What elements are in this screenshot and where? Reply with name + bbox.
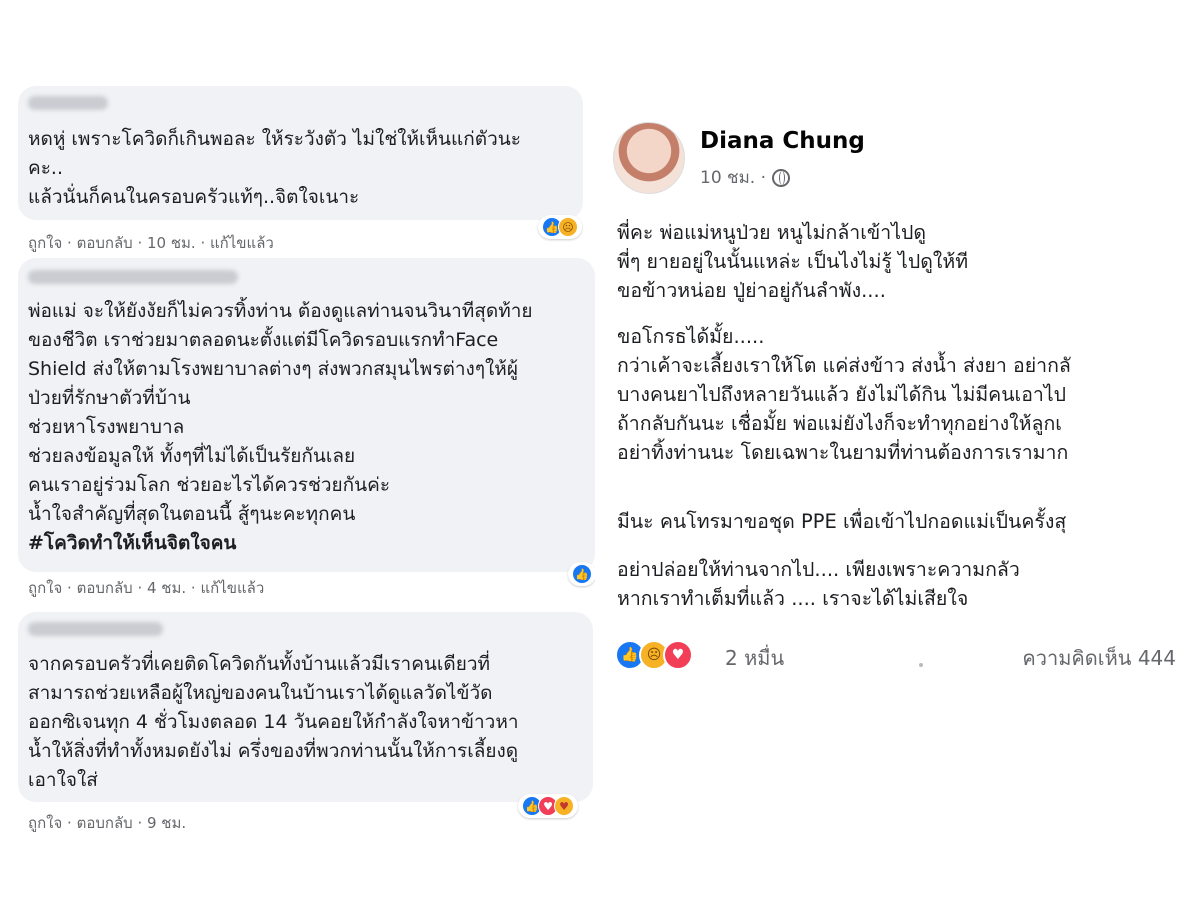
globe-icon <box>772 168 790 187</box>
comment-text: หดหู่ เพราะโควิดก็เกินพอละ ให้ระวังตัว ไ… <box>28 128 521 208</box>
comment-actions: ถูกใจ · ตอบกลับ · 4 ชม. · แก้ไขแล้ว <box>28 579 265 597</box>
reply-link[interactable]: ตอบกลับ <box>77 234 133 252</box>
post-reactions[interactable]: 👍 ☹ ♥ <box>615 640 693 670</box>
like-reaction-icon: 👍 <box>572 564 592 584</box>
commenter-name-blurred <box>28 96 108 110</box>
comment-reactions[interactable]: 👍 <box>568 562 595 586</box>
reply-link[interactable]: ตอบกลับ <box>77 814 133 832</box>
comment-text: จากครอบครัวที่เคยติดโควิดกันทั้งบ้านแล้ว… <box>28 653 519 791</box>
comment-text: พ่อแม่ จะให้ยังงัยก็ไม่ควรทิ้งท่าน ต้องด… <box>28 300 533 525</box>
commenter-name-blurred <box>28 270 238 284</box>
comment-actions: ถูกใจ · ตอบกลับ · 10 ชม. · แก้ไขแล้ว <box>28 234 274 252</box>
reaction-count[interactable]: 2 หมื่น <box>725 642 784 674</box>
comments-panel: หดหู่ เพราะโควิดก็เกินพอละ ให้ระวังตัว ไ… <box>0 0 595 900</box>
post-paragraph: ขอโกรธได้มั้ย..... กว่าเค้าจะเลี้ยงเราให… <box>617 325 1071 464</box>
like-link[interactable]: ถูกใจ <box>28 579 62 597</box>
comment-reactions[interactable]: 👍 ☹ <box>538 215 582 239</box>
post-time[interactable]: 10 ชม. · <box>700 164 766 191</box>
post-paragraph: พี่คะ พ่อแม่หนูป่วย หนูไม่กล้าเข้าไปดู พ… <box>617 221 969 302</box>
commenter-name-blurred <box>28 622 163 636</box>
post-paragraph: อย่าปล่อยให้ท่านจากไป.... เพียงเพราะความ… <box>617 558 1020 610</box>
comment-hashtag[interactable]: #โควิดทำให้เห็นจิตใจคน <box>28 529 236 558</box>
comments-count-link[interactable]: ความคิดเห็น 444 <box>1022 642 1176 674</box>
comment-time[interactable]: 10 ชม. <box>147 234 196 252</box>
edited-label: แก้ไขแล้ว <box>200 579 265 597</box>
comment-time[interactable]: 4 ชม. <box>147 579 186 597</box>
love-reaction-icon: ♥ <box>663 640 693 670</box>
reply-link[interactable]: ตอบกลับ <box>77 579 133 597</box>
author-avatar[interactable] <box>613 122 685 194</box>
comment-actions: ถูกใจ · ตอบกลับ · 9 ชม. <box>28 814 187 832</box>
like-link[interactable]: ถูกใจ <box>28 234 62 252</box>
sad-reaction-icon: ☹ <box>558 217 578 237</box>
edited-label: แก้ไขแล้ว <box>210 234 274 252</box>
post-paragraph: มีนะ คนโทรมาขอชุด PPE เพื่อเข้าไปกอดแม่เ… <box>617 510 1067 533</box>
post-author-name[interactable]: Diana Chung <box>700 128 865 154</box>
comment-time[interactable]: 9 ชม. <box>147 814 186 832</box>
comment-reactions[interactable]: 👍 ♥ ♥ <box>518 794 578 818</box>
care-reaction-icon: ♥ <box>554 796 574 816</box>
post-panel: Diana Chung 10 ชม. · พี่คะ พ่อแม่หนูป่วย… <box>597 80 1200 700</box>
post-meta: 10 ชม. · <box>700 164 790 191</box>
divider-dot <box>919 663 923 667</box>
like-link[interactable]: ถูกใจ <box>28 814 62 832</box>
